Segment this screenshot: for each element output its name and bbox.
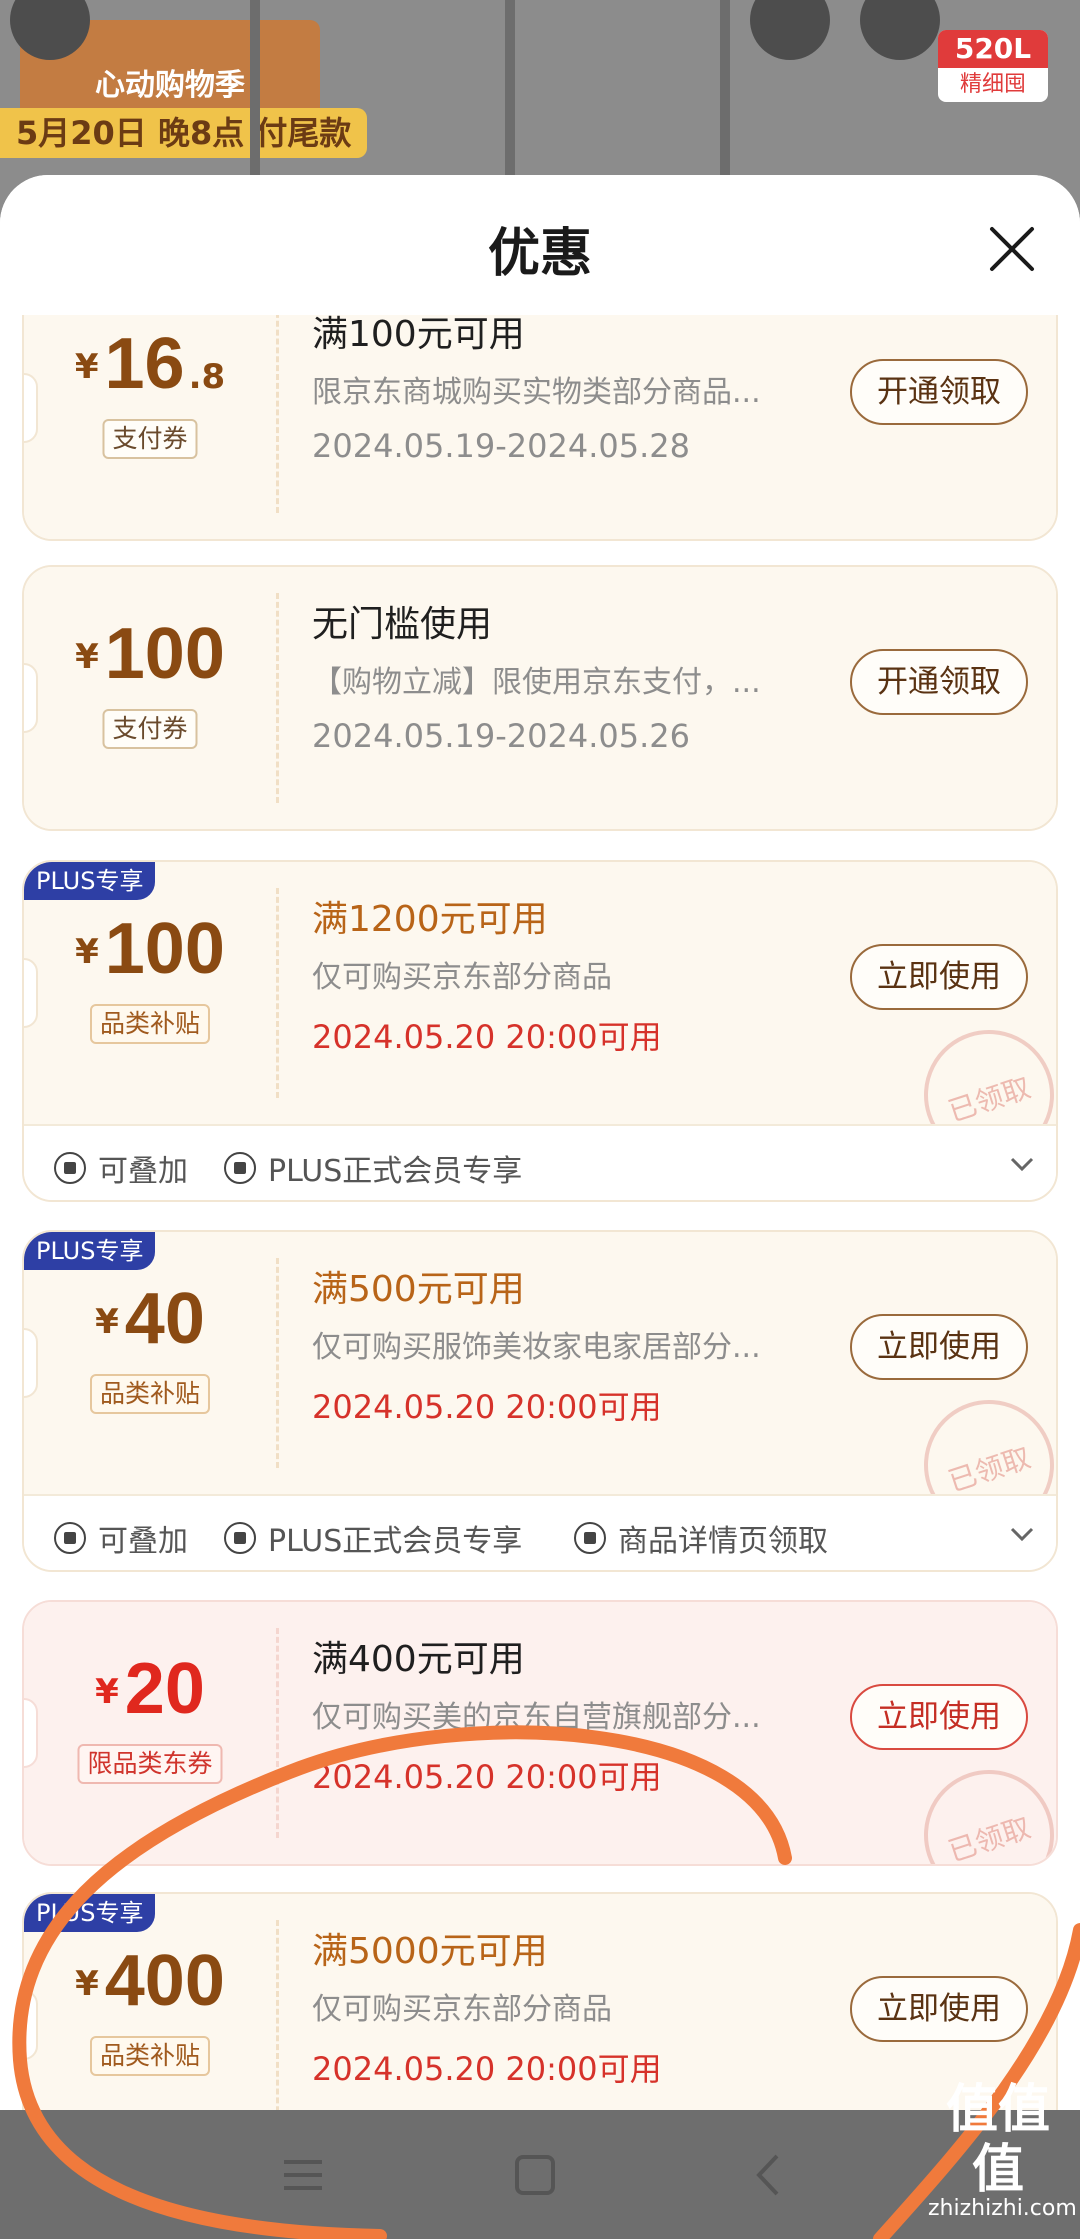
amount-number: 100: [104, 614, 225, 694]
dashed-divider: [276, 1920, 279, 2110]
coupon-validity: 2024.05.19-2024.05.28: [312, 427, 690, 465]
coupon-card: PLUS专享 ¥100 品类补贴 满1200元可用 仅可购买京东部分商品 202…: [22, 860, 1058, 1202]
coupon-type-tag: 限品类东券: [77, 1744, 223, 1784]
coupon-validity: 2024.05.20 20:00可用: [312, 1758, 662, 1796]
use-now-button[interactable]: 立即使用: [850, 944, 1028, 1010]
dashed-divider: [276, 593, 279, 803]
claim-button[interactable]: 开通领取: [850, 359, 1028, 425]
close-icon: [990, 227, 1034, 271]
dashed-divider: [276, 315, 279, 513]
coupon-sheet: 优惠 ¥16.8 支付券 满100元可用 限京东商城购买实物类部分商品... 2…: [0, 175, 1080, 2110]
coupon-validity: 2024.05.20 20:00可用: [312, 2050, 662, 2088]
final-payment-date-banner: 5月20日 晚8点 付尾款: [0, 108, 368, 158]
amount-decimal: .8: [188, 357, 226, 397]
close-button[interactable]: [984, 221, 1040, 277]
coupon-validity: 2024.05.20 20:00可用: [312, 1388, 662, 1426]
coupon-card: PLUS专享 ¥400 品类补贴 满5000元可用 仅可购买京东部分商品 202…: [22, 1892, 1058, 2110]
event-label: 心动购物季: [95, 68, 245, 103]
coupon-condition: 无门槛使用: [312, 604, 493, 645]
coupon-list[interactable]: ¥16.8 支付券 满100元可用 限京东商城购买实物类部分商品... 2024…: [0, 315, 1080, 2110]
site-watermark-url: zhizhizhi.com: [928, 2196, 1077, 2221]
coupon-type-tag: 支付券: [102, 419, 198, 459]
currency-symbol: ¥: [95, 1302, 119, 1342]
coupon-card: ¥20 限品类东券 满400元可用 仅可购买美的京东自营旗舰部分... 2024…: [22, 1600, 1058, 1866]
plus-member-feature: PLUS正式会员专享: [224, 1516, 522, 1560]
coupon-condition: 满1200元可用: [312, 899, 548, 940]
coupon-condition: 满100元可用: [312, 315, 525, 355]
currency-symbol: ¥: [74, 347, 99, 387]
stackable-feature: 可叠加: [54, 1146, 188, 1190]
claim-button[interactable]: 开通领取: [850, 649, 1028, 715]
home-icon[interactable]: [500, 2140, 570, 2210]
capacity-badge: 520L 精细囤: [938, 30, 1048, 102]
coupon-type-tag: 品类补贴: [89, 2036, 211, 2076]
back-icon[interactable]: [735, 2140, 805, 2210]
claimed-stamp: 已领取: [907, 1753, 1056, 1864]
coupon-features: 可叠加 PLUS正式会员专享: [24, 1124, 1056, 1200]
coupon-description: 仅可购买京东部分商品: [312, 1992, 612, 2027]
coupon-condition: 满400元可用: [312, 1639, 525, 1680]
favorite-button-bg: [750, 0, 830, 60]
chevron-down-icon[interactable]: [1002, 1514, 1042, 1554]
coupon-type-tag: 品类补贴: [89, 1004, 211, 1044]
amount-number: 16: [104, 324, 185, 404]
coupon-validity: 2024.05.20 20:00可用: [312, 1018, 662, 1056]
sheet-title: 优惠: [487, 224, 592, 284]
currency-symbol: ¥: [75, 932, 99, 972]
use-now-button[interactable]: 立即使用: [850, 1314, 1028, 1380]
coupon-description: 仅可购买京东部分商品: [312, 960, 612, 995]
sheet-header: 优惠: [0, 175, 1080, 315]
dashed-divider: [276, 1628, 279, 1838]
share-button-bg: [860, 0, 940, 60]
use-now-button[interactable]: 立即使用: [850, 1684, 1028, 1750]
currency-symbol: ¥: [75, 637, 99, 677]
dashed-divider: [276, 888, 279, 1098]
dashed-divider: [276, 1258, 279, 1468]
coupon-description: 【购物立减】限使用京东支付，...: [312, 665, 761, 700]
stackable-feature: 可叠加: [54, 1516, 188, 1560]
plus-exclusive-badge: PLUS专享: [24, 1232, 156, 1270]
coupon-condition: 满5000元可用: [312, 1931, 548, 1972]
coupon-description: 仅可购买服饰美妆家电家居部分...: [312, 1330, 761, 1365]
ticket-icon: [574, 1522, 606, 1554]
plus-member-feature: PLUS正式会员专享: [224, 1146, 522, 1190]
site-watermark: 值值值: [945, 2080, 1050, 2200]
coupon-type-tag: 品类补贴: [89, 1374, 211, 1414]
crown-icon: [224, 1522, 256, 1554]
amount-number: 400: [104, 1941, 225, 2021]
stack-icon: [54, 1152, 86, 1184]
coupon-condition: 满500元可用: [312, 1269, 525, 1310]
system-navigation-bar: [0, 2110, 1080, 2239]
currency-symbol: ¥: [95, 1672, 119, 1712]
use-now-button[interactable]: 立即使用: [850, 1976, 1028, 2042]
coupon-description: 限京东商城购买实物类部分商品...: [312, 375, 761, 410]
amount-number: 40: [124, 1279, 205, 1359]
plus-exclusive-badge: PLUS专享: [24, 1894, 156, 1932]
plus-exclusive-badge: PLUS专享: [24, 862, 156, 900]
currency-symbol: ¥: [75, 1964, 99, 2004]
stack-icon: [54, 1522, 86, 1554]
menu-icon[interactable]: [268, 2140, 338, 2210]
coupon-card: PLUS专享 ¥40 品类补贴 满500元可用 仅可购买服饰美妆家电家居部分..…: [22, 1230, 1058, 1572]
coupon-validity: 2024.05.19-2024.05.26: [312, 717, 690, 755]
crown-icon: [224, 1152, 256, 1184]
coupon-type-tag: 支付券: [102, 709, 198, 749]
chevron-down-icon[interactable]: [1002, 1144, 1042, 1184]
amount-number: 20: [124, 1649, 205, 1729]
detail-page-claim-feature: 商品详情页领取: [574, 1516, 828, 1560]
coupon-features: 可叠加 PLUS正式会员专享 商品详情页领取: [24, 1494, 1056, 1570]
coupon-card: ¥100 支付券 无门槛使用 【购物立减】限使用京东支付，... 2024.05…: [22, 565, 1058, 831]
amount-number: 100: [104, 909, 225, 989]
coupon-description: 仅可购买美的京东自营旗舰部分...: [312, 1700, 761, 1735]
coupon-card: ¥16.8 支付券 满100元可用 限京东商城购买实物类部分商品... 2024…: [22, 315, 1058, 541]
